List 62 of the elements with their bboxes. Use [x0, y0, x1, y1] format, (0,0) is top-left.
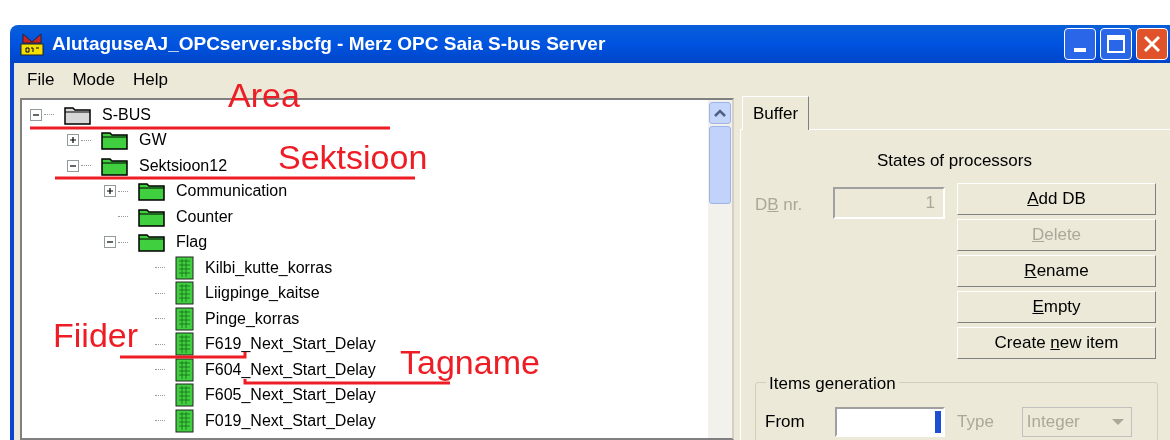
tree-item[interactable]: Communication [176, 181, 288, 202]
close-icon [1143, 35, 1161, 53]
app-logo-icon [20, 32, 44, 56]
close-button[interactable] [1136, 28, 1168, 60]
from-label: From [765, 410, 806, 433]
folder-icon [64, 104, 92, 125]
folder-icon [101, 130, 129, 151]
action-button[interactable]: Add DB [957, 182, 1156, 215]
expander-toggle[interactable] [67, 159, 79, 172]
folder-icon [138, 206, 166, 227]
folder-icon [138, 181, 166, 202]
plus-icon [106, 187, 114, 196]
expander-toggle[interactable] [104, 185, 116, 198]
minimize-icon [1074, 48, 1086, 52]
tag-sheet-icon [175, 281, 195, 306]
action-button[interactable]: Rename [957, 254, 1156, 287]
minimize-button[interactable] [1064, 28, 1096, 60]
tag-sheet-icon [175, 357, 195, 382]
window-title: AlutaguseAJ_OPCserver.sbcfg - Merz OPC Saia S-bus Server [52, 31, 606, 56]
scroll-up-icon [714, 109, 726, 117]
tree-item[interactable]: F604_Next_Start_Delay [205, 359, 376, 380]
field-label: DB nr. [755, 193, 804, 216]
scrollbar[interactable] [708, 100, 732, 438]
maximize-icon [1107, 35, 1125, 53]
tree-item[interactable]: Flag [176, 232, 208, 253]
tree-item[interactable]: Kilbi_kutte_korras [205, 257, 333, 278]
dropdown-arrow-icon [1110, 417, 1125, 426]
tree-item[interactable]: Pinge_korras [205, 308, 300, 329]
tree-item[interactable]: F605_Next_Start_Delay [205, 385, 376, 406]
tree-item[interactable]: F019_Next_Start_Delay [205, 410, 376, 431]
expander-toggle[interactable] [67, 134, 79, 147]
menu-item[interactable]: Mode [72, 66, 115, 93]
expander-toggle[interactable] [30, 108, 42, 121]
menu-item[interactable]: Help [132, 66, 168, 93]
tree-item[interactable]: Counter [176, 206, 233, 227]
tree-item[interactable]: S-BUS [102, 104, 151, 125]
type-label: Type [957, 410, 994, 433]
tab[interactable]: Buffer [742, 96, 810, 130]
tree-item[interactable]: F619_Next_Start_Delay [205, 334, 376, 355]
maximize-button[interactable] [1100, 28, 1132, 60]
annotation-label: Fiider [53, 318, 139, 352]
folder-icon [138, 232, 166, 253]
tag-sheet-icon [175, 306, 195, 331]
expander-toggle[interactable] [104, 236, 116, 249]
tree-item[interactable]: Sektsioon12 [139, 155, 228, 176]
section-heading: States of processors [877, 150, 1033, 172]
tree-item[interactable]: GW [139, 130, 167, 151]
scroll-thumb[interactable] [709, 126, 731, 204]
annotation-label: Tagname [400, 345, 540, 379]
menu-item[interactable]: File [27, 66, 55, 93]
folder-icon [101, 155, 129, 176]
from-field[interactable] [835, 406, 945, 437]
tag-sheet-icon [175, 383, 195, 408]
tag-sheet-icon [175, 332, 195, 357]
annotation-label: Sektsioon [278, 140, 428, 174]
tag-sheet-icon [175, 255, 195, 280]
tree-item[interactable]: Liigpinge_kaitse [205, 283, 320, 304]
annotation-label: Area [228, 78, 300, 112]
action-button[interactable]: Empty [957, 290, 1156, 323]
tag-sheet-icon [175, 408, 195, 433]
action-button[interactable]: Create new item [957, 326, 1156, 359]
plus-icon [69, 136, 77, 145]
